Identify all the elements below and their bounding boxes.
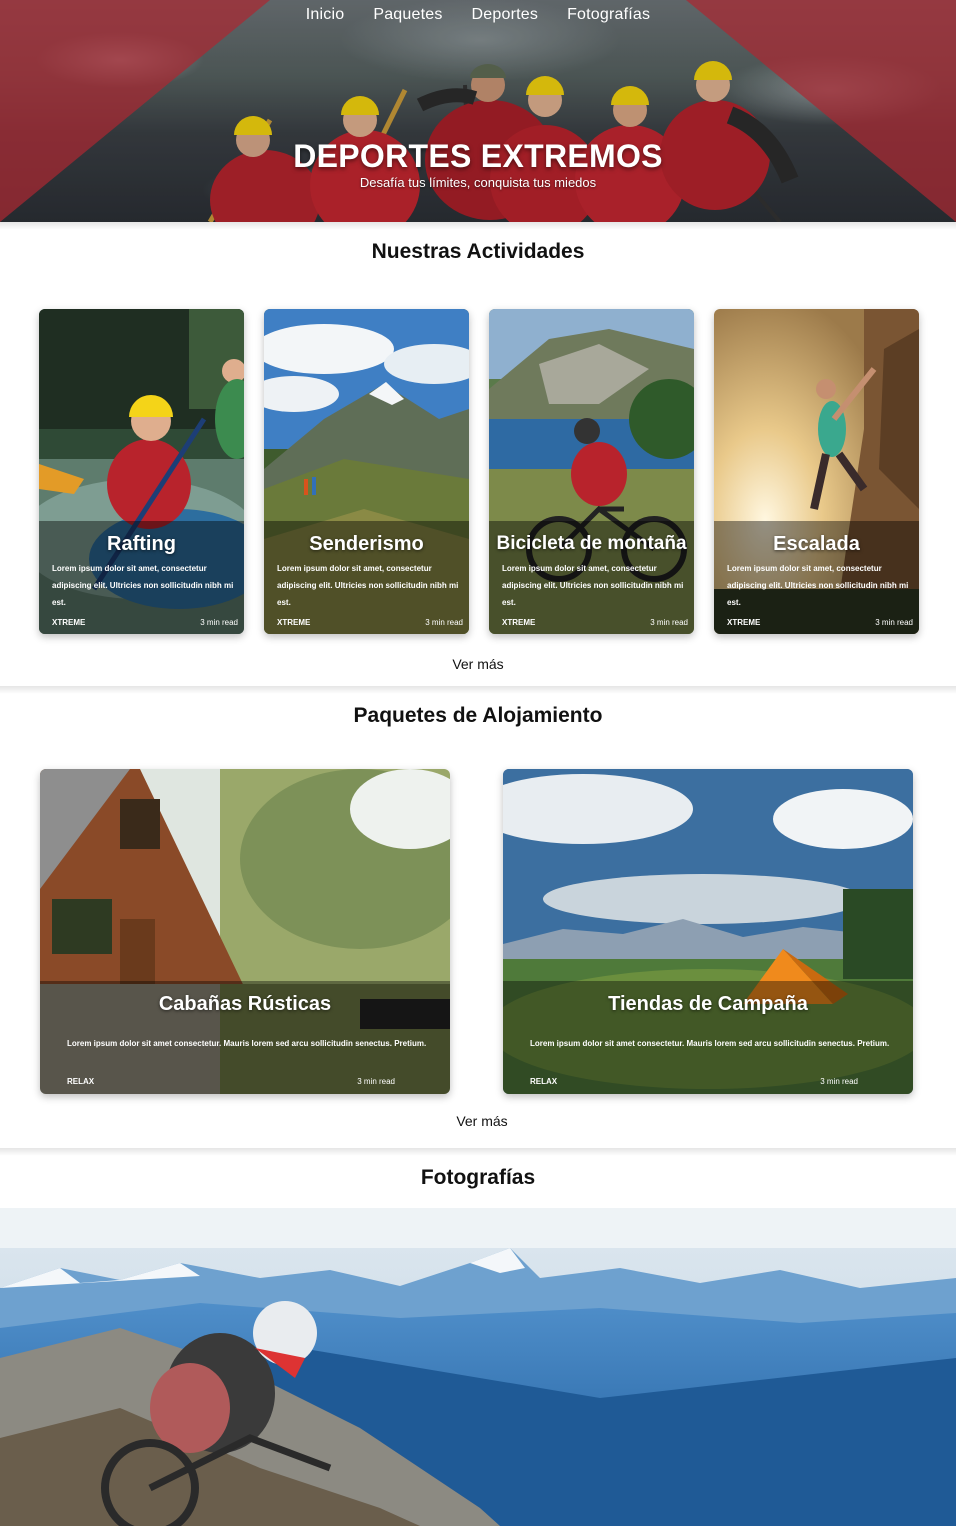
card-read-time: 3 min read xyxy=(875,618,913,627)
nav-item-deportes[interactable]: Deportes xyxy=(472,6,539,24)
card-description: Lorem ipsum dolor sit amet, consectetur … xyxy=(52,564,234,607)
activity-card-escalada[interactable]: Escalada Lorem ipsum dolor sit amet, con… xyxy=(714,309,919,634)
nav-item-fotografias[interactable]: Fotografías xyxy=(567,6,650,24)
card-description: Lorem ipsum dolor sit amet, consectetur … xyxy=(502,564,684,607)
card-description: Lorem ipsum dolor sit amet, consectetur … xyxy=(277,564,459,607)
card-description: Lorem ipsum dolor sit amet consectetur. … xyxy=(530,1039,890,1048)
card-tag: RELAX xyxy=(67,1077,95,1086)
card-tag: XTREME xyxy=(277,618,311,627)
packages-section-title: Paquetes de Alojamiento xyxy=(353,704,603,727)
card-read-time: 3 min read xyxy=(650,618,688,627)
hero-title: DEPORTES EXTREMOS xyxy=(293,138,663,174)
card-tag: XTREME xyxy=(502,618,536,627)
photos-section-title: Fotografías xyxy=(420,1166,536,1189)
activity-card-senderismo[interactable]: Senderismo Lorem ipsum dolor sit amet, c… xyxy=(264,309,469,634)
card-read-time: 3 min read xyxy=(820,1077,858,1086)
card-title: Rafting xyxy=(107,533,176,555)
card-title: Bicicleta de montaña xyxy=(496,533,687,554)
card-title: Senderismo xyxy=(309,533,424,555)
card-description: Lorem ipsum dolor sit amet, consectetur … xyxy=(727,564,909,607)
card-title: Tiendas de Campaña xyxy=(608,993,808,1015)
card-title: Escalada xyxy=(773,533,860,555)
nav-item-paquetes[interactable]: Paquetes xyxy=(373,6,442,24)
hero-banner: Inicio Paquetes Deportes Fotografías DEP… xyxy=(0,0,956,222)
package-card-tiendas[interactable]: Tiendas de Campaña Lorem ipsum dolor sit… xyxy=(503,769,913,1094)
card-read-time: 3 min read xyxy=(357,1077,395,1086)
card-read-time: 3 min read xyxy=(425,618,463,627)
activity-card-bicicleta[interactable]: Bicicleta de montaña Lorem ipsum dolor s… xyxy=(489,309,694,634)
packages-ver-mas-link[interactable]: Ver más xyxy=(4,1113,956,1129)
card-tag: XTREME xyxy=(727,618,761,627)
card-title: Cabañas Rústicas xyxy=(158,993,332,1015)
activities-ver-mas-link[interactable]: Ver más xyxy=(0,656,956,672)
hero-subtitle: Desafía tus límites, conquista tus miedo… xyxy=(359,175,597,190)
activities-section-title: Nuestras Actividades xyxy=(371,240,585,263)
package-card-cabanas[interactable]: Cabañas Rústicas Lorem ipsum dolor sit a… xyxy=(40,769,450,1094)
photo-mountain-biker xyxy=(0,1208,956,1526)
card-description: Lorem ipsum dolor sit amet consectetur. … xyxy=(67,1039,427,1048)
section-divider xyxy=(0,222,956,230)
card-tag: XTREME xyxy=(52,618,86,627)
nav-item-inicio[interactable]: Inicio xyxy=(306,6,345,24)
section-divider xyxy=(0,1148,956,1156)
activity-card-rafting[interactable]: Rafting Lorem ipsum dolor sit amet, cons… xyxy=(39,309,244,634)
mountain-biker-image xyxy=(0,1208,956,1526)
section-divider xyxy=(0,686,956,694)
card-tag: RELAX xyxy=(530,1077,558,1086)
main-nav: Inicio Paquetes Deportes Fotografías xyxy=(0,6,956,24)
card-read-time: 3 min read xyxy=(200,618,238,627)
activities-card-list: Rafting Lorem ipsum dolor sit amet, cons… xyxy=(39,309,919,634)
